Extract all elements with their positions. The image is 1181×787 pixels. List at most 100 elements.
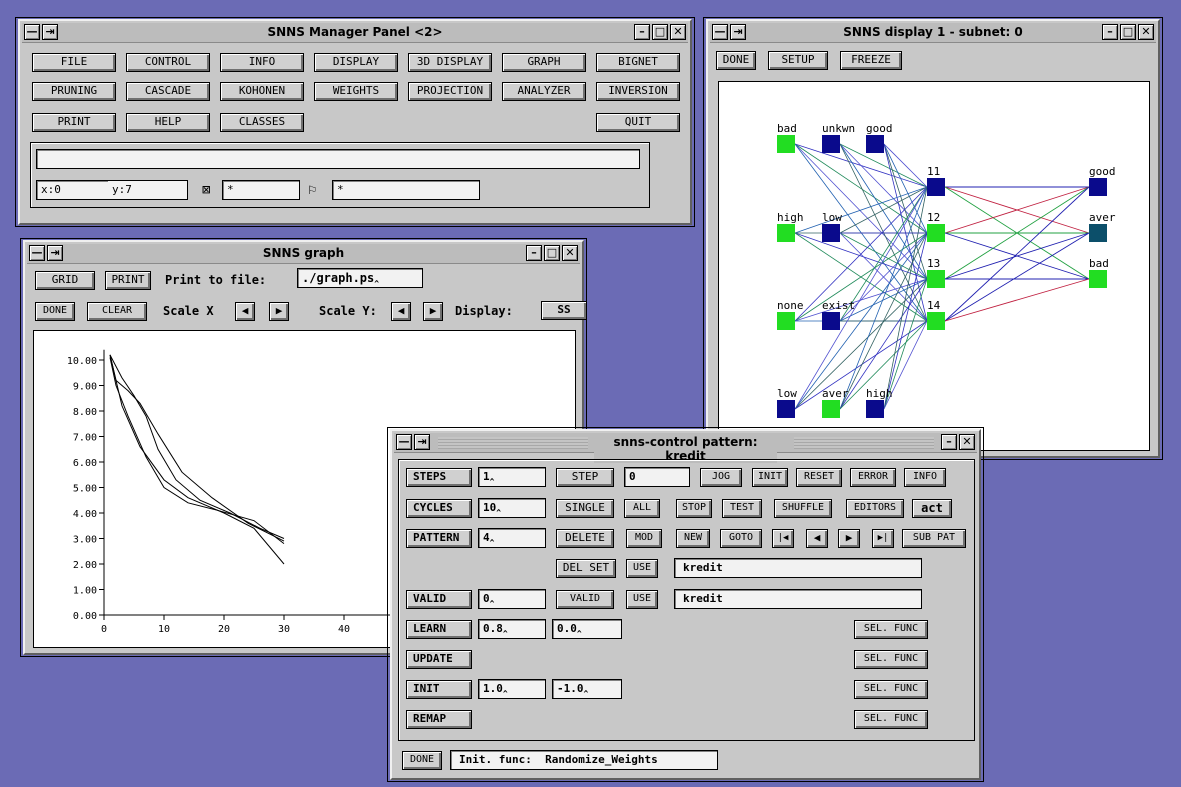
cascade-button[interactable]: CASCADE <box>126 82 210 101</box>
use-button[interactable]: USE <box>626 559 658 578</box>
info-button[interactable]: INFO <box>220 53 304 72</box>
kohonen-button[interactable]: KOHONEN <box>220 82 304 101</box>
close-icon[interactable]: ✕ <box>670 24 686 40</box>
close-icon[interactable]: ✕ <box>562 245 578 261</box>
weights-button[interactable]: WEIGHTS <box>314 82 398 101</box>
delete-button[interactable]: DELETE <box>556 529 614 548</box>
remap-sel-func-button[interactable]: SEL. FUNC <box>854 710 928 729</box>
pattern-input[interactable]: 4^ <box>478 528 546 548</box>
minimize-icon[interactable]: – <box>526 245 542 261</box>
y-tick-label: 7.00 <box>73 433 97 444</box>
projection-button[interactable]: PROJECTION <box>408 82 492 101</box>
control-button[interactable]: CONTROL <box>126 53 210 72</box>
info-button[interactable]: INFO <box>904 468 946 487</box>
next-pattern-button[interactable]: ▶ <box>838 529 860 548</box>
maximize-icon[interactable]: □ <box>652 24 668 40</box>
graph-button[interactable]: GRAPH <box>502 53 586 72</box>
close-icon[interactable]: ✕ <box>1138 24 1154 40</box>
network-unit-16 <box>1089 270 1107 288</box>
goto-button[interactable]: GOTO <box>720 529 762 548</box>
file-button[interactable]: FILE <box>32 53 116 72</box>
cycles-input[interactable]: 10^ <box>478 498 546 518</box>
control-done-button[interactable]: DONE <box>402 751 442 770</box>
scale-y-right-button[interactable]: ▶ <box>423 302 443 321</box>
display-freeze-button[interactable]: FREEZE <box>840 51 902 70</box>
single-button[interactable]: SINGLE <box>556 499 614 518</box>
display-setup-button[interactable]: SETUP <box>768 51 828 70</box>
control-window: — ⇥ snns-control pattern: kredit – ✕ STE… <box>390 429 981 780</box>
print-file-value: ./graph.ps <box>302 271 375 285</box>
previous-pattern-button[interactable]: ◀ <box>806 529 828 548</box>
control-titlebar[interactable]: — ⇥ snns-control pattern: kredit – ✕ <box>394 433 977 463</box>
learn-param2-input[interactable]: 0.0^ <box>552 619 622 639</box>
del-set-button[interactable]: DEL SET <box>556 559 616 578</box>
classes-button[interactable]: CLASSES <box>220 113 304 132</box>
editors-button[interactable]: EDITORS <box>846 499 904 518</box>
jog-button[interactable]: JOG <box>700 468 742 487</box>
graph-clear-button[interactable]: CLEAR <box>87 302 147 321</box>
close-icon[interactable]: ✕ <box>959 434 975 450</box>
unit-label: 11 <box>927 165 940 178</box>
init-param1-input[interactable]: 1.0^ <box>478 679 546 699</box>
print-button[interactable]: PRINT <box>32 113 116 132</box>
error-button[interactable]: ERROR <box>850 468 896 487</box>
valid-button[interactable]: VALID <box>556 590 614 609</box>
window-menu-icon[interactable]: — <box>396 434 412 450</box>
pin-icon[interactable]: ⇥ <box>414 434 430 450</box>
graph-done-button[interactable]: DONE <box>35 302 75 321</box>
mod-button[interactable]: MOD <box>626 529 662 548</box>
network-unit-13 <box>927 312 945 330</box>
network-unit-7 <box>777 400 795 418</box>
connection-line <box>839 143 928 322</box>
graph-titlebar[interactable]: — ⇥ SNNS graph – □ ✕ <box>27 244 580 264</box>
shuffle-button[interactable]: SHUFFLE <box>774 499 832 518</box>
pruning-button[interactable]: PRUNING <box>32 82 116 101</box>
display-done-button[interactable]: DONE <box>716 51 756 70</box>
sub-pat-button[interactable]: SUB PAT <box>902 529 966 548</box>
valid-use-button[interactable]: USE <box>626 590 658 609</box>
subnet-field[interactable]: * <box>222 180 300 200</box>
minimize-icon[interactable]: – <box>941 434 957 450</box>
minimize-icon[interactable]: – <box>634 24 650 40</box>
init-sel-func-button[interactable]: SEL. FUNC <box>854 680 928 699</box>
maximize-icon[interactable]: □ <box>1120 24 1136 40</box>
first-pattern-button[interactable]: |◀ <box>772 529 794 548</box>
3d-display-button[interactable]: 3D DISPLAY <box>408 53 492 72</box>
steps-input[interactable]: 1^ <box>478 467 546 487</box>
layer-field[interactable]: * <box>332 180 480 200</box>
maximize-icon[interactable]: □ <box>544 245 560 261</box>
minimize-icon[interactable]: – <box>1102 24 1118 40</box>
init-param1-value: 1.0 <box>483 682 503 695</box>
init-param2-input[interactable]: -1.0^ <box>552 679 622 699</box>
reset-button[interactable]: RESET <box>796 468 842 487</box>
init-button[interactable]: INIT <box>752 468 788 487</box>
print-file-input[interactable]: ./graph.ps^ <box>297 268 423 288</box>
display-button[interactable]: DISPLAY <box>314 53 398 72</box>
learn-sel-func-button[interactable]: SEL. FUNC <box>854 620 928 639</box>
update-sel-func-button[interactable]: SEL. FUNC <box>854 650 928 669</box>
scale-y-left-button[interactable]: ◀ <box>391 302 411 321</box>
grid-button[interactable]: GRID <box>35 271 95 290</box>
scale-x-left-button[interactable]: ◀ <box>235 302 255 321</box>
network-canvas[interactable]: bad unkwn good high low none exist low aver high 1… <box>718 81 1150 451</box>
display-mode-button[interactable]: SS <box>541 301 587 320</box>
display-titlebar[interactable]: — ⇥ SNNS display 1 - subnet: 0 – □ ✕ <box>710 23 1156 43</box>
learn-param1-input[interactable]: 0.8^ <box>478 619 546 639</box>
test-button[interactable]: TEST <box>722 499 762 518</box>
graph-print-button[interactable]: PRINT <box>105 271 151 290</box>
stop-button[interactable]: STOP <box>676 499 712 518</box>
act-button[interactable]: act <box>912 499 952 518</box>
step-button[interactable]: STEP <box>556 468 614 487</box>
inversion-button[interactable]: INVERSION <box>596 82 680 101</box>
new-button[interactable]: NEW <box>676 529 710 548</box>
network-unit-15 <box>1089 224 1107 242</box>
all-button[interactable]: ALL <box>624 499 660 518</box>
analyzer-button[interactable]: ANALYZER <box>502 82 586 101</box>
bignet-button[interactable]: BIGNET <box>596 53 680 72</box>
valid-input[interactable]: 0^ <box>478 589 546 609</box>
scale-x-right-button[interactable]: ▶ <box>269 302 289 321</box>
manager-titlebar[interactable]: — ⇥ SNNS Manager Panel <2> – □ ✕ <box>22 23 688 43</box>
quit-button[interactable]: QUIT <box>596 113 680 132</box>
last-pattern-button[interactable]: ▶| <box>872 529 894 548</box>
help-button[interactable]: HELP <box>126 113 210 132</box>
